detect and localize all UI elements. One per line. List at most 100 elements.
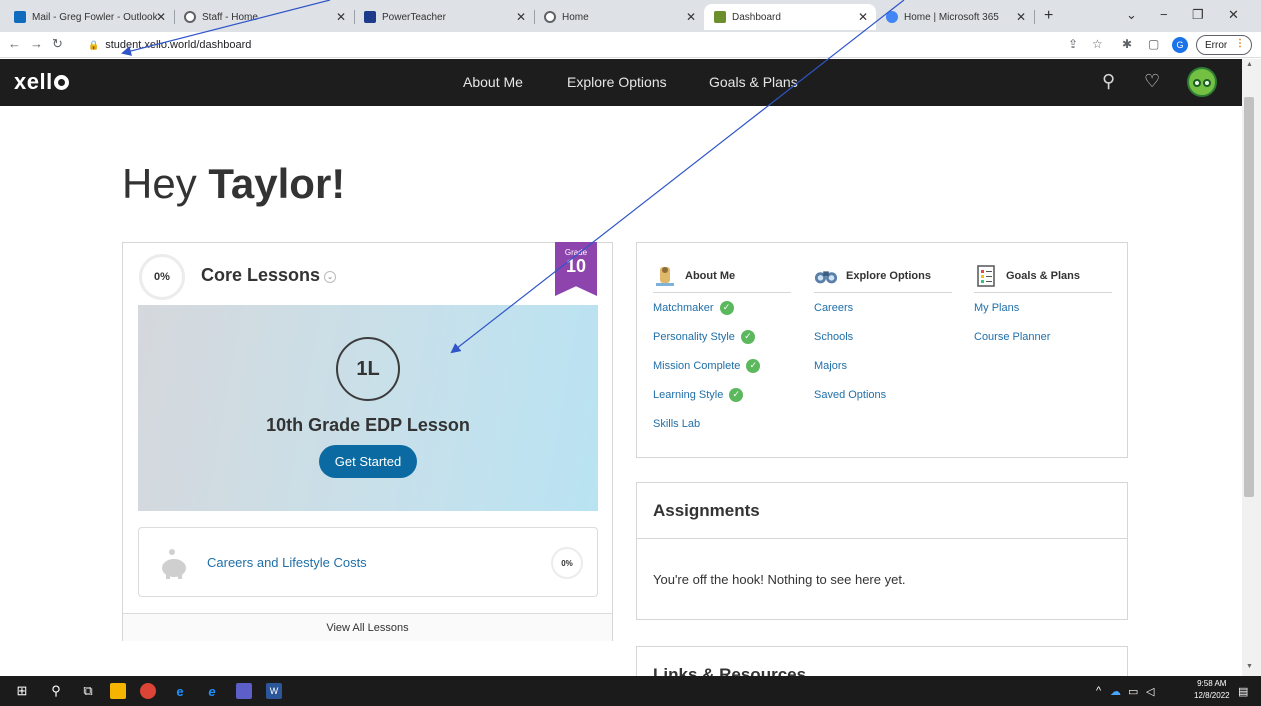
check-icon: ✓: [729, 387, 744, 402]
menu-link-mission-complete[interactable]: Mission Complete ✓: [653, 351, 791, 380]
core-lessons-progress: 0%: [139, 254, 185, 300]
word-icon[interactable]: W: [266, 683, 282, 699]
task-view-icon[interactable]: ⧉: [80, 683, 96, 699]
current-lesson-panel[interactable]: 1L 10th Grade EDP Lesson Get Started: [138, 305, 598, 511]
onedrive-icon[interactable]: ☁: [1110, 685, 1121, 698]
forward-icon[interactable]: →: [30, 36, 43, 51]
network-icon[interactable]: ▭: [1128, 685, 1138, 698]
search-icon[interactable]: ⚲: [48, 683, 64, 699]
explorer-icon: [653, 264, 677, 288]
core-lessons-title[interactable]: Core Lessons ⌄: [201, 265, 337, 286]
close-icon[interactable]: ✕: [516, 10, 526, 24]
menu-link-learning-style[interactable]: Learning Style ✓: [653, 380, 791, 409]
new-tab-button[interactable]: +: [1044, 7, 1053, 25]
menu-link-label: Skills Lab: [653, 417, 701, 430]
reload-icon[interactable]: ↻: [52, 36, 63, 52]
sis-icon: [364, 11, 376, 23]
menu-link-personality-style[interactable]: Personality Style ✓: [653, 322, 791, 351]
share-icon[interactable]: ⇪: [1068, 37, 1078, 51]
assignments-card: Assignments You're off the hook! Nothing…: [636, 482, 1128, 620]
profile-avatar[interactable]: G: [1172, 37, 1188, 53]
menu-link-course-planner[interactable]: Course Planner: [974, 322, 1112, 351]
scrollbar-thumb[interactable]: [1244, 97, 1254, 497]
edge-icon[interactable]: e: [172, 683, 188, 699]
bookmark-star-icon[interactable]: ☆: [1092, 37, 1103, 51]
xello-logo[interactable]: xell: [14, 69, 69, 95]
menu-heading[interactable]: About Me: [653, 259, 791, 293]
taskbar-clock[interactable]: 9:58 AM 12/8/2022: [1194, 678, 1230, 702]
tab-label: Home | Microsoft 365: [904, 11, 999, 23]
chevron-down-icon[interactable]: ⌄: [324, 271, 337, 283]
menu-link-matchmaker[interactable]: Matchmaker ✓: [653, 293, 791, 322]
tab-search-icon[interactable]: ⌄: [1126, 7, 1137, 23]
globe-icon: [544, 11, 556, 23]
nav-explore-options[interactable]: Explore Options: [567, 74, 667, 90]
close-icon[interactable]: ✕: [686, 10, 696, 24]
lesson-badge: 1L: [336, 337, 400, 401]
menu-link-majors[interactable]: Majors: [814, 351, 952, 380]
menu-heading-label: Explore Options: [846, 269, 931, 282]
browser-tab-staff-home[interactable]: Staff - Home ✕: [174, 4, 355, 30]
error-label: Error: [1205, 39, 1228, 51]
notifications-icon[interactable]: ▤: [1238, 685, 1248, 698]
outlook-icon: [14, 11, 26, 23]
view-all-lessons-button[interactable]: View All Lessons: [123, 613, 612, 641]
windows-start-icon[interactable]: ⊞: [14, 683, 30, 699]
tray-overflow-icon[interactable]: ^: [1096, 685, 1101, 697]
menu-heading[interactable]: Explore Options: [814, 259, 952, 293]
heart-icon[interactable]: ♡: [1144, 71, 1160, 92]
divider: [637, 538, 1127, 539]
browser-tab-outlook[interactable]: Mail - Greg Fowler - Outlook ✕: [4, 4, 175, 30]
file-explorer-icon[interactable]: [110, 683, 126, 699]
lesson-list-item[interactable]: Careers and Lifestyle Costs 0%: [138, 527, 598, 597]
menu-heading[interactable]: Goals & Plans: [974, 259, 1112, 293]
close-icon[interactable]: ✕: [156, 10, 166, 24]
avatar[interactable]: [1187, 67, 1217, 97]
clock-date: 12/8/2022: [1194, 691, 1230, 700]
chrome-icon[interactable]: [140, 683, 156, 699]
close-icon[interactable]: ✕: [336, 10, 346, 24]
extensions-icon[interactable]: ✱: [1122, 37, 1132, 51]
browser-tab-microsoft365[interactable]: Home | Microsoft 365 ✕: [876, 4, 1035, 30]
error-button[interactable]: Error ⋮: [1196, 35, 1252, 55]
xello-favicon-icon: [714, 11, 726, 23]
menu-link-schools[interactable]: Schools: [814, 322, 952, 351]
menu-link-saved-options[interactable]: Saved Options: [814, 380, 952, 409]
scroll-up-icon[interactable]: ▲: [1246, 61, 1253, 68]
xello-header: xell About Me Explore Options Goals & Pl…: [0, 59, 1242, 106]
browser-tab-powerteacher[interactable]: PowerTeacher ✕: [354, 4, 535, 30]
avatar-eye-icon: [1193, 79, 1201, 87]
volume-icon[interactable]: ◁: [1146, 685, 1154, 698]
close-icon[interactable]: ✕: [858, 10, 868, 24]
menu-link-my-plans[interactable]: My Plans: [974, 293, 1112, 322]
page-scrollbar[interactable]: ▲ ▼: [1242, 59, 1261, 676]
url-text: student.xello.world/dashboard: [105, 39, 252, 51]
menu-link-label: Personality Style: [653, 330, 735, 343]
browser-tab-home[interactable]: Home ✕: [534, 4, 704, 30]
internet-explorer-icon[interactable]: e: [204, 683, 220, 699]
get-started-button[interactable]: Get Started: [319, 445, 417, 478]
search-icon[interactable]: ⚲: [1102, 71, 1115, 92]
careers-lifestyle-costs-link[interactable]: Careers and Lifestyle Costs: [207, 555, 367, 570]
grade-number: 10: [565, 256, 587, 276]
checklist-icon: [974, 264, 998, 288]
teams-icon[interactable]: [236, 683, 252, 699]
minimize-icon[interactable]: −: [1160, 7, 1168, 22]
nav-about-me[interactable]: About Me: [463, 74, 523, 90]
close-icon[interactable]: ✕: [1016, 10, 1026, 24]
scroll-down-icon[interactable]: ▼: [1246, 663, 1253, 670]
lock-icon[interactable]: 🔒: [88, 40, 99, 51]
nav-goals-plans[interactable]: Goals & Plans: [709, 74, 798, 90]
tab-label: Dashboard: [732, 11, 781, 23]
menu-link-careers[interactable]: Careers: [814, 293, 952, 322]
browser-tab-dashboard[interactable]: Dashboard ✕: [704, 4, 876, 30]
tab-label: Mail - Greg Fowler - Outlook: [32, 11, 158, 23]
menu-link-skills-lab[interactable]: Skills Lab: [653, 409, 791, 438]
core-lessons-card: 0% Core Lessons ⌄ Grade 10 1L 10th Grade …: [122, 242, 613, 641]
menu-column-explore-options: Explore Options Careers Schools Majors S…: [814, 259, 952, 409]
side-panel-icon[interactable]: ▢: [1148, 37, 1159, 51]
window-close-icon[interactable]: ✕: [1228, 7, 1239, 23]
address-bar[interactable]: 🔒 student.xello.world/dashboard: [88, 35, 1048, 55]
back-icon[interactable]: ←: [8, 36, 21, 51]
restore-icon[interactable]: ❐: [1192, 7, 1204, 23]
